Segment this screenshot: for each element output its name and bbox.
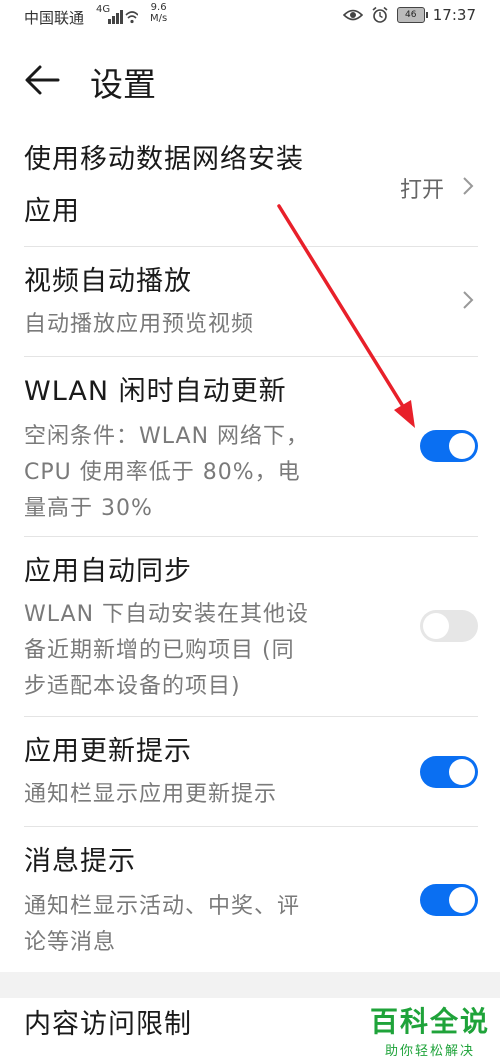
setting-video-autoplay[interactable]: 视频自动播放 自动播放应用预览视频 [24, 262, 478, 354]
speed-value: 9.6 [150, 2, 167, 13]
status-bar: 中国联通 4G 9.6 M/s 46 17:37 [0, 0, 500, 36]
setting-value: 打开 [399, 178, 444, 203]
setting-title: 内容访问限制 [24, 1009, 192, 1040]
message-notice-toggle[interactable] [420, 884, 478, 916]
setting-message-notice: 消息提示 通知栏显示活动、中奖、评 论等消息 [24, 842, 478, 962]
watermark-main: 百科全说 [369, 1005, 490, 1038]
signal-wifi-icon [108, 10, 138, 24]
setting-app-auto-sync: 应用自动同步 WLAN 下自动安装在其他设 备近期新增的已购项目 (同 步适配本… [24, 552, 478, 712]
setting-title: 消息提示 [24, 846, 136, 877]
chevron-right-icon [463, 177, 474, 195]
eye-icon [342, 9, 363, 21]
wlan-idle-update-toggle[interactable] [420, 430, 478, 462]
update-notice-toggle[interactable] [420, 756, 478, 788]
setting-subtitle-line: WLAN 下自动安装在其他设 [24, 602, 310, 627]
setting-mobile-data-install[interactable]: 使用移动数据网络安装 应用 打开 [24, 138, 478, 248]
setting-title: 应用自动同步 [24, 556, 192, 587]
page-title: 设置 [90, 65, 156, 104]
back-arrow-icon[interactable] [22, 62, 62, 98]
divider [24, 356, 478, 357]
battery-icon: 46 [396, 7, 428, 23]
setting-title: 使用移动数据网络安装 [24, 144, 304, 175]
divider [24, 246, 478, 247]
setting-subtitle: 通知栏显示应用更新提示 [24, 782, 278, 807]
toggle-knob [449, 887, 475, 913]
divider [24, 826, 478, 827]
section-separator [0, 972, 500, 998]
setting-subtitle-line: 空闲条件：WLAN 网络下， [24, 424, 310, 449]
status-time: 17:37 [432, 6, 476, 24]
setting-subtitle: 自动播放应用预览视频 [24, 312, 255, 337]
watermark-logo: 百科全说 助你轻松解决 [370, 1000, 490, 1059]
alarm-icon [372, 6, 388, 23]
divider [24, 716, 478, 717]
divider [24, 536, 478, 537]
setting-title: WLAN 闲时自动更新 [24, 376, 287, 407]
speed-unit: M/s [150, 13, 168, 24]
page-header: 设置 [0, 50, 500, 110]
setting-subtitle-line: 步适配本设备的项目) [24, 674, 241, 699]
setting-update-notice: 应用更新提示 通知栏显示应用更新提示 [24, 732, 478, 818]
setting-title: 应用更新提示 [24, 736, 192, 767]
setting-title: 视频自动播放 [24, 266, 192, 297]
setting-subtitle-line: 论等消息 [24, 930, 117, 955]
carrier-label: 中国联通 [24, 9, 85, 27]
app-auto-sync-toggle[interactable] [420, 610, 478, 642]
setting-subtitle-line: 通知栏显示活动、中奖、评 [24, 894, 301, 919]
setting-subtitle-line: 量高于 30% [24, 496, 153, 521]
network-speed: 9.6 M/s [150, 2, 167, 24]
watermark-sub: 助你轻松解决 [384, 1044, 475, 1059]
setting-title-continued: 应用 [24, 196, 80, 227]
chevron-right-icon [463, 291, 474, 309]
status-right-group: 46 17:37 [342, 6, 476, 24]
toggle-knob [449, 759, 475, 785]
setting-subtitle-line: CPU 使用率低于 80%，电 [24, 460, 301, 485]
toggle-knob [423, 613, 449, 639]
setting-wlan-idle-update: WLAN 闲时自动更新 空闲条件：WLAN 网络下， CPU 使用率低于 80%… [24, 370, 478, 530]
setting-subtitle-line: 备近期新增的已购项目 (同 [24, 638, 295, 663]
toggle-knob [449, 433, 475, 459]
